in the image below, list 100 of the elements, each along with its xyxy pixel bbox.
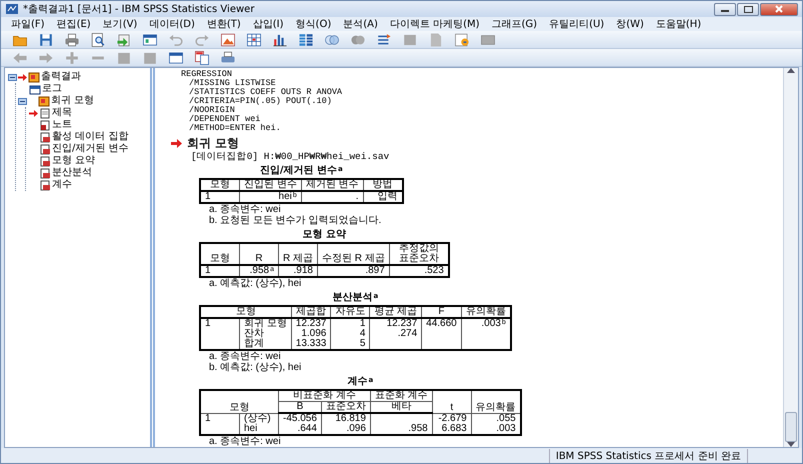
table-icon[interactable]	[39, 156, 51, 166]
menu-item[interactable]: 형식(O)	[290, 18, 338, 30]
table-cell: 합계	[240, 339, 292, 350]
table-cell: 16.819	[321, 413, 370, 424]
footnote: b. 예측값: (상수), hei	[209, 363, 302, 373]
tree-item[interactable]: 모형 요약	[52, 155, 96, 167]
tree-item[interactable]: 회귀 모형	[51, 95, 94, 107]
tree-item[interactable]: 로그	[42, 83, 62, 95]
menu-item[interactable]: 파일(F)	[5, 18, 51, 30]
arrows-icon[interactable]	[376, 32, 392, 48]
column-header: 자유도	[330, 306, 370, 318]
column-header: B	[278, 402, 322, 413]
menu-item[interactable]: 그래프(G)	[486, 18, 544, 30]
table-title: 분산분석$^{a}$	[332, 292, 380, 304]
column-header: 진입된 변수	[240, 179, 302, 191]
collapse-icon[interactable]	[18, 98, 27, 104]
table-icon[interactable]	[39, 132, 51, 142]
table-cell: hei$^{b}$	[240, 191, 302, 203]
column-header: 베타	[370, 402, 432, 413]
table-cell: .003	[471, 424, 521, 435]
picture-icon[interactable]	[220, 32, 236, 48]
column-header: 평균 제곱	[370, 306, 422, 318]
menu-item[interactable]: 유틸리티(U)	[543, 18, 610, 30]
table-cell: 13.333	[291, 339, 331, 350]
menu-item[interactable]: 도움말(H)	[650, 18, 708, 30]
print-icon[interactable]	[64, 32, 80, 48]
tree-item[interactable]: 활성 데이터 집합	[52, 131, 128, 143]
table-cell: .003$^{b}$	[461, 318, 511, 329]
table-icon[interactable]	[39, 144, 51, 154]
table-cell: 6.683	[432, 424, 472, 435]
maximize-button[interactable]	[737, 2, 759, 16]
column-header: 모형	[200, 243, 240, 265]
table-title: 계수$^{a}$	[346, 376, 374, 388]
dataset-path: [데이터집합0] H:₩00_HP₩R₩hei_wei.sav	[191, 151, 390, 162]
column-header: 표준화 계수	[370, 390, 432, 402]
table-cell: .274	[370, 329, 422, 339]
menu-item[interactable]: 삽입(I)	[246, 18, 290, 30]
table-cell: 4	[330, 329, 370, 339]
documents-icon[interactable]	[194, 50, 210, 66]
close-button[interactable]	[760, 2, 798, 16]
syntax-line: /MISSING LISTWISE	[188, 79, 277, 88]
tree-item[interactable]: 출력결과	[41, 71, 81, 83]
tree-item[interactable]: 계수	[52, 179, 72, 191]
save-icon[interactable]	[38, 32, 54, 48]
minimize-button[interactable]	[714, 2, 736, 16]
table-cell: hei	[240, 424, 278, 435]
menu-item[interactable]: 데이터(D)	[143, 18, 201, 30]
table-cell: 회귀 모형	[240, 318, 292, 329]
menu-item[interactable]: 보기(V)	[96, 18, 144, 30]
table-icon[interactable]	[246, 32, 262, 48]
section-heading: 회귀 모형	[187, 136, 240, 150]
table-cell: .958	[370, 424, 432, 435]
page-icon[interactable]	[39, 108, 51, 118]
column-header: 제거된 변수	[301, 179, 364, 191]
scroll-thumb[interactable]	[785, 412, 797, 442]
menu-item[interactable]: 편집(E)	[50, 18, 97, 30]
table-cell: -45.056	[278, 413, 322, 424]
footnote: a. 예측값: (상수), hei	[209, 279, 302, 289]
column-header: 모형	[200, 179, 240, 191]
maximize-icon	[744, 6, 752, 12]
column-header: 모형	[200, 306, 292, 318]
table-cell: .055	[471, 413, 521, 424]
syntax-line: REGRESSION	[181, 70, 234, 79]
tree-item[interactable]: 제목	[52, 107, 72, 119]
book-icon[interactable]	[38, 96, 50, 106]
window-icon[interactable]	[168, 50, 184, 66]
table-cell: .918	[278, 265, 318, 277]
footnote: b. 요청된 모든 변수가 입력되었습니다.	[209, 216, 382, 226]
list-icon[interactable]	[298, 32, 314, 48]
table-icon[interactable]	[39, 180, 51, 190]
note-icon[interactable]	[39, 120, 51, 130]
tree-item[interactable]: 진입/제거된 변수	[52, 143, 129, 155]
table-icon[interactable]	[39, 168, 51, 178]
table-cell: 12.237	[370, 318, 422, 329]
tree-item[interactable]: 분산분석	[52, 167, 92, 179]
table-cell: .958$^{a}$	[240, 265, 278, 277]
printer-icon[interactable]	[220, 50, 236, 66]
footnote: a. 종속변수: wei	[209, 437, 282, 447]
window-icon[interactable]	[142, 32, 158, 48]
close-icon	[775, 5, 783, 13]
print-preview-icon[interactable]	[90, 32, 106, 48]
table-cell: 입력	[363, 191, 403, 203]
window-icon[interactable]	[29, 84, 41, 94]
export-icon[interactable]	[116, 32, 132, 48]
syntax-line: /DEPENDENT wei	[188, 115, 261, 124]
table-title: 모형 요약	[302, 229, 348, 241]
book-icon[interactable]	[28, 72, 40, 82]
column-header: 표준오차	[321, 402, 370, 413]
menu-item[interactable]: 다이렉트 마케팅(M)	[384, 18, 486, 30]
syntax-line: /NOORIGIN	[188, 106, 235, 115]
menu-item[interactable]: 분석(A)	[337, 18, 384, 30]
footnote: a. 종속변수: wei	[209, 205, 282, 215]
menu-item[interactable]: 변환(T)	[200, 18, 247, 30]
syntax-line: /STATISTICS COEFF OUTS R ANOVA	[188, 88, 344, 97]
tree-item[interactable]: 노트	[52, 119, 72, 131]
menu-item[interactable]: 창(W)	[610, 18, 650, 30]
collapse-icon[interactable]	[8, 74, 17, 80]
table-cell: 1.096	[291, 329, 331, 339]
scrollbar[interactable]	[783, 68, 798, 447]
table-title: 진입/제거된 변수$^{a}$	[258, 165, 344, 177]
